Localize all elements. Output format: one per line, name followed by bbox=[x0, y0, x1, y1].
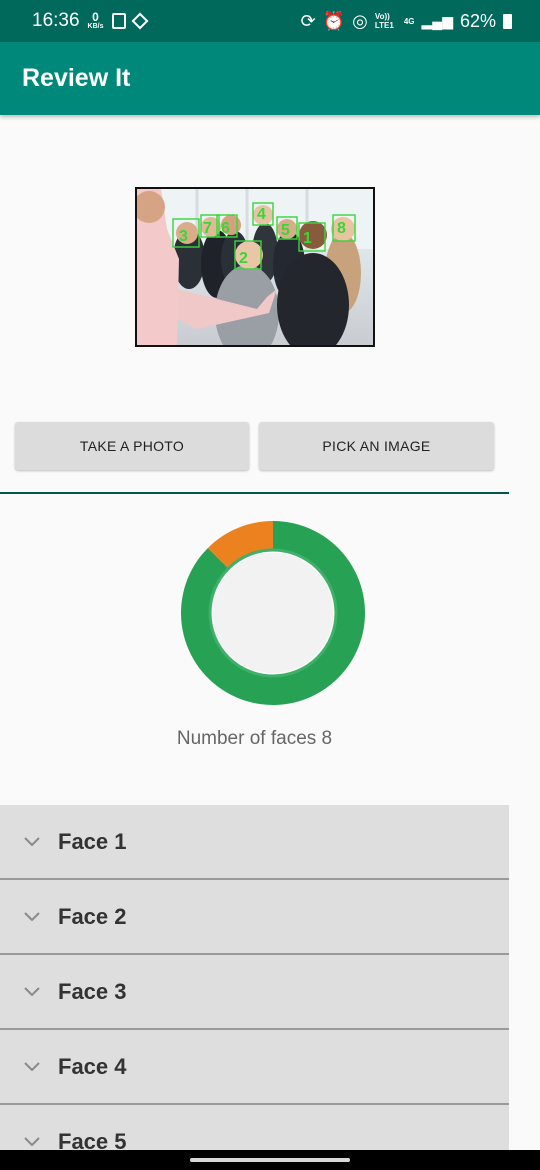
faces-count-text: Number of faces 8 bbox=[176, 728, 333, 749]
chevron-down-icon bbox=[0, 1061, 58, 1072]
battery-icon bbox=[503, 13, 512, 29]
face-accordion-label: Face 2 bbox=[58, 903, 127, 929]
face-accordion-item[interactable]: Face 2 bbox=[0, 880, 509, 955]
diamond-icon bbox=[131, 12, 148, 30]
network-type: 4G bbox=[403, 16, 415, 26]
face-accordion-label: Face 1 bbox=[58, 828, 127, 854]
section-divider bbox=[0, 492, 509, 494]
face-marker-2: 2 bbox=[239, 250, 248, 267]
signal-icon: ▂▄▆ bbox=[421, 12, 453, 29]
network-speed-value: 0 bbox=[92, 9, 99, 24]
battery-text: 62% bbox=[459, 10, 496, 31]
face-accordion-label: Face 4 bbox=[58, 1053, 127, 1079]
photo-illustration: 3 7 6 4 5 1 8 2 bbox=[137, 189, 373, 345]
face-marker-3: 3 bbox=[179, 228, 188, 245]
chevron-down-icon bbox=[0, 911, 58, 922]
app-title: Review It bbox=[22, 64, 131, 92]
face-marker-6: 6 bbox=[221, 220, 230, 237]
face-marker-7: 7 bbox=[203, 220, 212, 237]
network-speed: 0 KB/s bbox=[87, 9, 104, 31]
face-accordion-label: Face 3 bbox=[58, 978, 127, 1004]
face-accordion-item[interactable]: Face 3 bbox=[0, 955, 509, 1030]
sim-icon bbox=[111, 13, 126, 29]
alarm-icon: ⏰ bbox=[322, 10, 346, 31]
face-accordion-item[interactable]: Face 4 bbox=[0, 1030, 509, 1105]
face-marker-1: 1 bbox=[303, 230, 312, 247]
network-speed-unit: KB/s bbox=[87, 22, 104, 30]
faces-donut-chart bbox=[181, 521, 365, 705]
hotspot-icon: ◎ bbox=[352, 10, 368, 31]
sync-icon: ⟳ bbox=[300, 10, 316, 31]
chevron-down-icon bbox=[0, 836, 58, 847]
donut-hole bbox=[213, 553, 333, 673]
face-marker-4: 4 bbox=[257, 206, 266, 223]
face-marker-8: 8 bbox=[337, 220, 346, 237]
face-marker-5: 5 bbox=[281, 222, 290, 239]
status-time: 16:36 bbox=[32, 10, 80, 31]
app-bar: Review It bbox=[0, 42, 540, 115]
status-right: ⟳ ⏰ ◎ Vo)) LTE1 4G ▂▄▆ 62% bbox=[301, 11, 512, 32]
face-accordion-item[interactable]: Face 1 bbox=[0, 805, 509, 880]
chevron-down-icon bbox=[0, 1136, 58, 1147]
pick-image-button[interactable]: PICK AN IMAGE bbox=[259, 422, 494, 470]
status-bar: 16:36 0 KB/s ⟳ ⏰ ◎ Vo)) LTE1 4G ▂▄▆ 62% bbox=[0, 0, 540, 42]
analyzed-photo: 3 7 6 4 5 1 8 2 bbox=[135, 187, 375, 347]
volte-indicator: Vo)) LTE1 bbox=[374, 12, 394, 30]
take-photo-button[interactable]: TAKE A PHOTO bbox=[15, 422, 249, 470]
chevron-down-icon bbox=[0, 986, 58, 997]
navigation-bar bbox=[0, 1150, 540, 1170]
home-gesture-handle[interactable] bbox=[190, 1158, 350, 1162]
status-left: 16:36 0 KB/s bbox=[32, 9, 148, 32]
faces-accordion: Face 1 Face 2 Face 3 Face 4 Face 5 bbox=[0, 805, 509, 1170]
